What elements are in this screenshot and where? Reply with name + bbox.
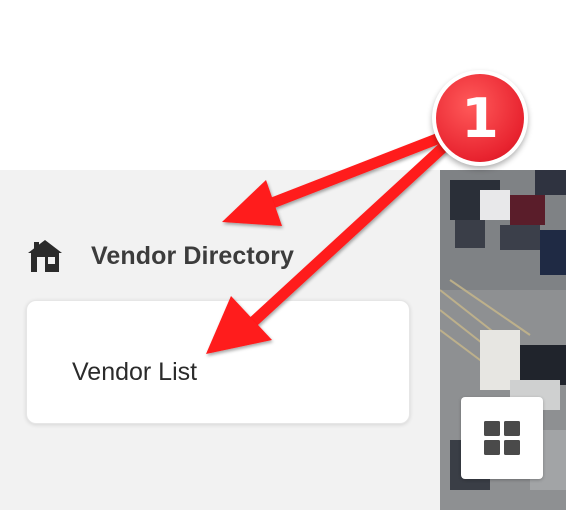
step-badge: 1: [432, 70, 528, 166]
vendor-list-link[interactable]: Vendor List: [72, 358, 197, 387]
view-toggle-button[interactable]: [461, 397, 543, 479]
home-icon: [28, 240, 62, 272]
section-title: Vendor Directory: [91, 241, 295, 270]
vendor-list-card: Vendor List: [26, 300, 410, 424]
step-number: 1: [436, 74, 524, 162]
grid-icon: [484, 421, 520, 455]
vendor-directory-section-header[interactable]: Vendor Directory: [26, 236, 294, 276]
